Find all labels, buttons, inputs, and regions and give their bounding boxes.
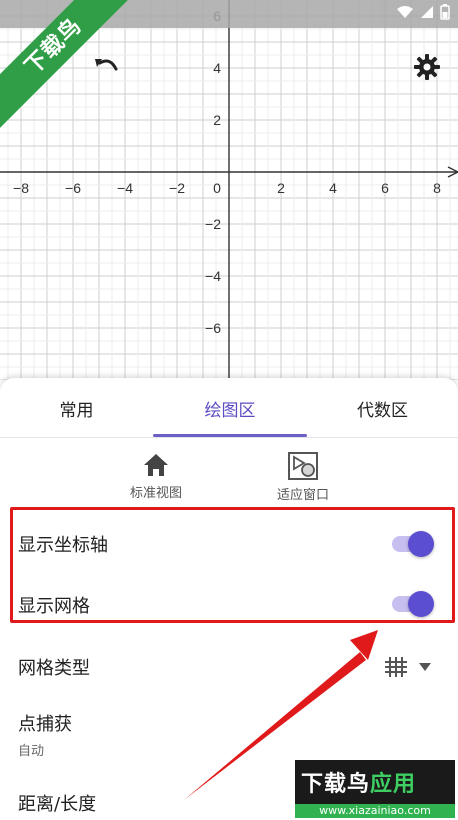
annotation-arrow — [184, 630, 378, 800]
watermark-url: www.xiazainiao.com — [295, 804, 455, 818]
watermark-title: 下载鸟应用 — [301, 772, 417, 797]
site-watermark: 下载鸟应用 www.xiazainiao.com — [295, 760, 455, 818]
